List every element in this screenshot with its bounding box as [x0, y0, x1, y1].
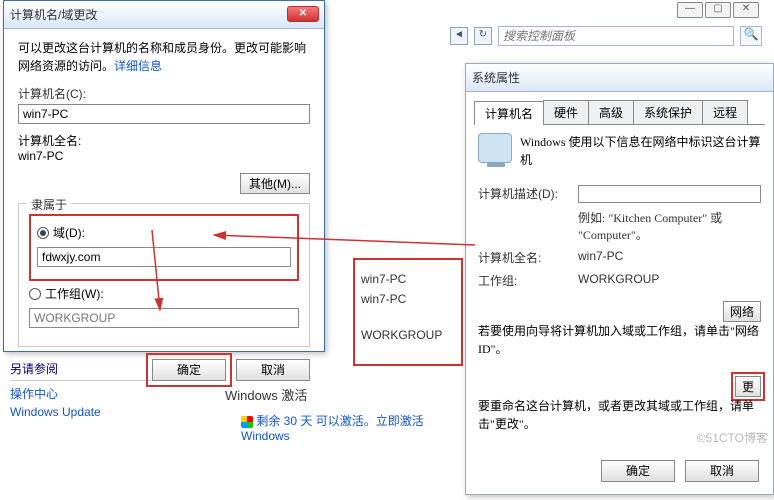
windows-update-link[interactable]: Windows Update [10, 405, 210, 419]
cancel-button[interactable]: 取消 [236, 359, 310, 381]
full-name-label: 计算机全名: [18, 132, 310, 149]
tab-hardware[interactable]: 硬件 [543, 100, 589, 124]
control-panel-search-input[interactable] [498, 26, 734, 46]
maximize-button[interactable]: ▢ [705, 2, 731, 18]
computer-name-input[interactable] [18, 104, 310, 124]
other-button[interactable]: 其他(M)... [240, 173, 310, 194]
workgroup-input [29, 308, 299, 328]
computer-name-change-dialog: 计算机名/域更改 ✕ 可以更改这台计算机的名称和成员身份。更改可能影响网络资源的… [3, 0, 325, 352]
member-of-group: 隶属于 域(D): 工作组(W): [18, 203, 310, 347]
tab-advanced[interactable]: 高级 [588, 100, 634, 124]
domain-radio[interactable] [37, 227, 49, 239]
workgroup-radio-label: 工作组(W): [45, 285, 104, 302]
sysprops-title-text: 系统属性 [472, 69, 520, 86]
member-of-legend: 隶属于 [27, 196, 71, 213]
workgroup-radio[interactable] [29, 288, 41, 300]
sysprops-workgroup-label: 工作组: [478, 272, 578, 289]
nav-back-button[interactable]: ◄ [450, 27, 468, 45]
minimize-button[interactable]: — [677, 2, 703, 18]
domain-highlight: 域(D): [29, 214, 299, 281]
computer-description-input[interactable] [578, 185, 761, 203]
dialog-titlebar[interactable]: 计算机名/域更改 ✕ [4, 1, 324, 29]
tab-remote[interactable]: 远程 [702, 100, 748, 124]
details-link[interactable]: 详细信息 [114, 59, 162, 73]
tab-computer-name[interactable]: 计算机名 [474, 101, 544, 125]
parent-window-controls: — ▢ ✕ [677, 2, 759, 18]
computer-icon [478, 133, 512, 163]
watermark: ©51CTO博客 [697, 429, 768, 446]
description-example: 例如: "Kitchen Computer" 或 "Computer"。 [578, 209, 761, 243]
search-icon[interactable]: 🔍 [740, 26, 762, 46]
explorer-toolbar: ◄ ↻ 🔍 [450, 25, 762, 47]
shield-icon [241, 416, 253, 428]
sysprops-workgroup-value: WORKGROUP [578, 272, 761, 289]
domain-input[interactable] [37, 247, 291, 267]
domain-radio-label: 域(D): [53, 224, 85, 241]
ok-button[interactable]: 确定 [152, 359, 226, 381]
computer-name-label: 计算机名(C): [18, 85, 310, 102]
activation-section: Windows 激活 剩余 30 天 可以激活。立即激活 Windows [225, 385, 475, 443]
sysprops-ok-button[interactable]: 确定 [601, 460, 675, 482]
summary-pcname: win7-PC [361, 272, 455, 286]
close-icon[interactable]: ✕ [287, 6, 319, 22]
sysprops-intro: Windows 使用以下信息在网络中标识这台计算机 [520, 133, 761, 169]
computer-name-summary-box: win7-PC win7-PC WORKGROUP [353, 258, 463, 366]
close-button[interactable]: ✕ [733, 2, 759, 18]
sysprops-fullname-label: 计算机全名: [478, 249, 578, 266]
dialog-title-text: 计算机名/域更改 [10, 6, 97, 23]
sysprops-fullname-value: win7-PC [578, 249, 761, 266]
full-name-value: win7-PC [18, 149, 310, 163]
desc-label: 计算机描述(D): [478, 185, 578, 203]
sysprops-titlebar[interactable]: 系统属性 [466, 64, 773, 92]
refresh-button[interactable]: ↻ [474, 27, 492, 45]
summary-workgroup: WORKGROUP [361, 328, 455, 342]
tab-system-protection[interactable]: 系统保护 [633, 100, 703, 124]
change-button[interactable]: 更 [735, 376, 761, 397]
activation-link[interactable]: 剩余 30 天 可以激活。立即激活 Windows [241, 412, 475, 443]
sysprops-tabs: 计算机名 硬件 高级 系统保护 远程 [474, 100, 765, 125]
summary-pcfullname: win7-PC [361, 292, 455, 306]
network-id-note: 若要使用向导将计算机加入域或工作组，请单击"网络 ID"。 [478, 322, 761, 358]
dialog-intro: 可以更改这台计算机的名称和成员身份。更改可能影响网络资源的访问。详细信息 [18, 39, 310, 75]
sysprops-cancel-button[interactable]: 取消 [685, 460, 759, 482]
network-id-button[interactable]: 网络 [723, 301, 761, 322]
rename-note: 要重命名这台计算机，或者更改其域或工作组，请单击"更改"。 [478, 397, 761, 433]
